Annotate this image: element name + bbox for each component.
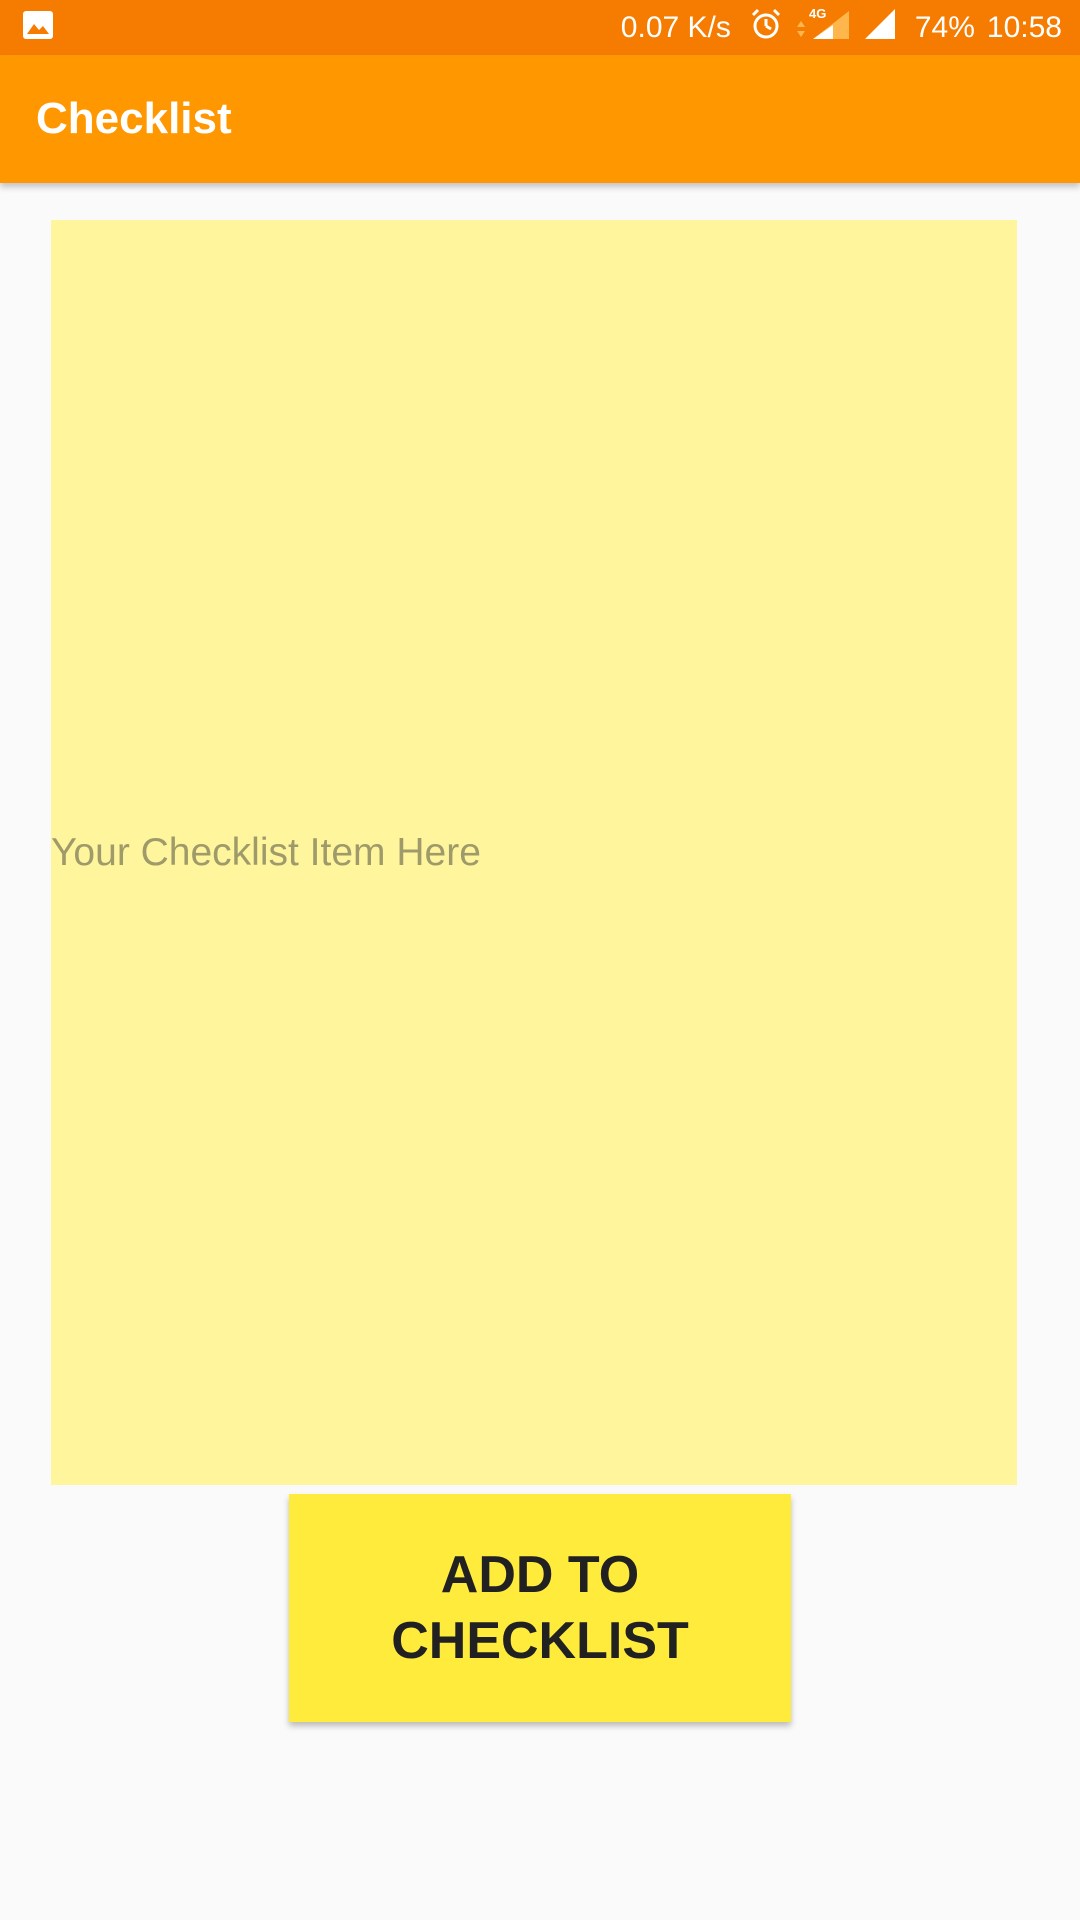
status-bar: 0.07 K/s 4G 74% 10:58 <box>0 0 1080 55</box>
status-right: 0.07 K/s 4G 74% 10:58 <box>620 6 1062 49</box>
app-bar: Checklist <box>0 55 1080 183</box>
page-title: Checklist <box>36 94 232 143</box>
network-type-label: 4G <box>809 7 826 21</box>
signal-4g-icon: 4G <box>795 6 851 49</box>
status-icons: 4G <box>749 6 897 49</box>
battery-time: 74% 10:58 <box>915 11 1062 45</box>
net-speed: 0.07 K/s <box>620 10 731 44</box>
alarm-icon <box>749 7 783 49</box>
clock: 10:58 <box>986 10 1062 44</box>
checklist-item-input[interactable]: Your Checklist Item Here <box>51 220 1017 1485</box>
add-to-checklist-button[interactable]: ADD TO CHECKLIST <box>289 1494 791 1722</box>
checklist-item-placeholder: Your Checklist Item Here <box>51 830 481 874</box>
battery-percent: 74% <box>914 10 975 44</box>
image-notification-icon <box>22 10 54 45</box>
signal-icon <box>863 7 897 49</box>
status-left <box>22 10 54 45</box>
